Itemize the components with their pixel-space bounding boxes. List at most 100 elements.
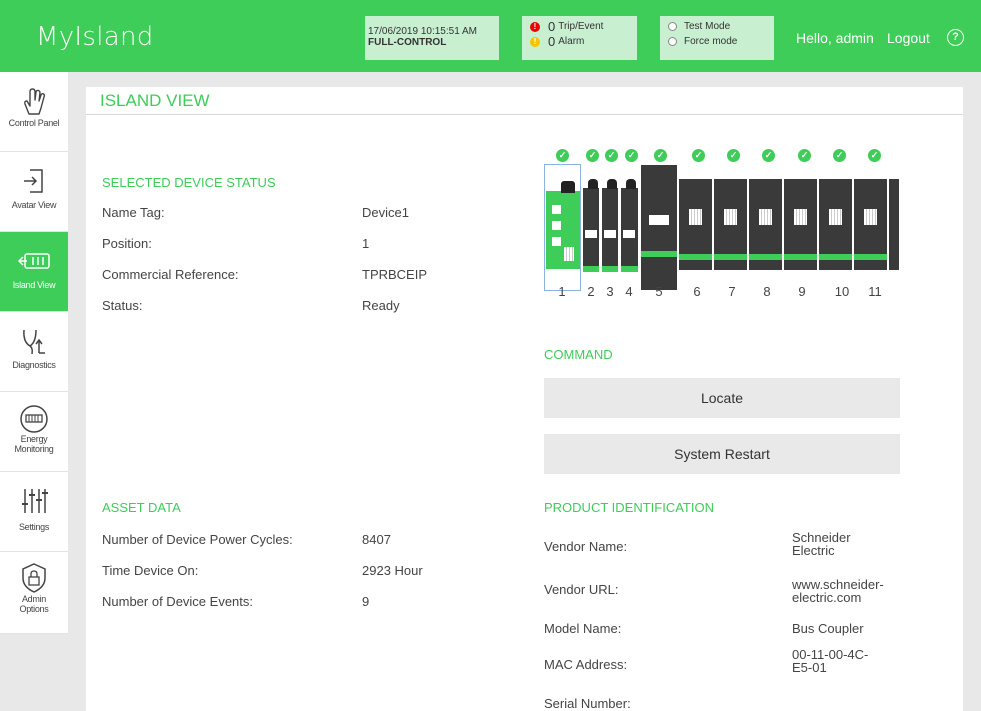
device-edge [889, 179, 899, 270]
sidebar-item-energy-monitoring[interactable]: Energy Monitoring [0, 392, 68, 472]
device-number: 1 [558, 284, 566, 299]
sidebar-item-control-panel[interactable]: Control Panel [0, 72, 68, 152]
command-title: COMMAND [544, 347, 613, 362]
sliders-icon [22, 489, 48, 513]
mode-panel: Test Mode Force mode [660, 16, 774, 60]
serial-number-label: Serial Number: [544, 696, 631, 711]
force-mode-radio[interactable] [668, 37, 677, 46]
device-8[interactable] [749, 179, 782, 270]
lock-shield-icon [22, 563, 46, 593]
mac-address-value: 00-11-00-4C- E5-01 [792, 648, 868, 674]
time-on-value: 2923 Hour [362, 563, 423, 578]
device-1-connector [561, 181, 575, 193]
trip-event-label: Trip/Event [558, 21, 604, 32]
device-number: 10 [834, 284, 850, 299]
device-number: 4 [625, 284, 633, 299]
device-4[interactable] [621, 188, 638, 272]
alarm-icon: ! [530, 36, 540, 47]
sidebar-item-label: Island View [12, 280, 56, 290]
test-mode-option[interactable]: Test Mode [668, 19, 774, 34]
device-number: 2 [587, 284, 595, 299]
device-10[interactable] [819, 179, 852, 270]
sidebar-item-island-view[interactable]: Island View [0, 232, 68, 312]
device-4-connector [626, 179, 636, 189]
sidebar-item-settings[interactable]: Settings [0, 472, 68, 552]
device-3[interactable] [602, 188, 618, 272]
help-icon[interactable]: ? [947, 29, 964, 46]
sidebar-item-label: Diagnostics [12, 360, 56, 370]
device-ok-icon: ✓ [798, 149, 811, 162]
sidebar-item-label: Settings [18, 522, 50, 532]
mac-address-line2: E5-01 [792, 660, 827, 675]
mac-address-label: MAC Address: [544, 657, 628, 672]
asset-data-title: ASSET DATA [102, 500, 181, 515]
test-mode-radio[interactable] [668, 22, 677, 31]
login-icon [24, 169, 43, 193]
selected-status-title: SELECTED DEVICE STATUS [102, 175, 276, 190]
main-panel: ISLAND VIEW SELECTED DEVICE STATUS Name … [86, 87, 963, 711]
device-ok-icon: ✓ [556, 149, 569, 162]
device-number: 11 [868, 284, 882, 299]
position-value: 1 [362, 236, 370, 251]
vendor-url-label: Vendor URL: [544, 582, 619, 597]
device-ok-icon: ✓ [625, 149, 638, 162]
vendor-url-value: www.schneider- electric.com [792, 578, 884, 604]
vendor-name-value: Schneider Electric [792, 531, 851, 557]
page-title-bar: ISLAND VIEW [86, 87, 963, 115]
power-cycles-value: 8407 [362, 532, 391, 547]
hand-icon [24, 88, 46, 115]
commercial-reference-value: TPRBCEIP [362, 267, 428, 282]
vendor-name-line2: Electric [792, 543, 835, 558]
commercial-reference-label: Commercial Reference: [102, 267, 239, 282]
sidebar-item-label-line2: Monitoring [14, 444, 54, 454]
sidebar-item-avatar-view[interactable]: Avatar View [0, 152, 68, 232]
meter-icon [20, 405, 48, 433]
position-label: Position: [102, 236, 152, 251]
alarm-row: ! 0 Alarm [530, 34, 637, 49]
device-3-connector [607, 179, 617, 189]
page-title: ISLAND VIEW [100, 91, 210, 110]
test-mode-label: Test Mode [684, 21, 731, 32]
device-ok-icon: ✓ [762, 149, 775, 162]
device-2-connector [588, 179, 598, 189]
island-icon [17, 253, 50, 269]
trip-event-count: 0 [548, 19, 556, 34]
device-ok-icon: ✓ [868, 149, 881, 162]
device-11[interactable] [854, 179, 887, 270]
sidebar-item-diagnostics[interactable]: Diagnostics [0, 312, 68, 392]
device-7[interactable] [714, 179, 747, 270]
sidebar-item-label: Avatar View [11, 200, 57, 210]
vendor-url-line2: electric.com [792, 590, 862, 605]
device-ok-icon: ✓ [605, 149, 618, 162]
force-mode-option[interactable]: Force mode [668, 34, 774, 49]
system-restart-button[interactable]: System Restart [544, 434, 900, 474]
device-6[interactable] [679, 179, 712, 270]
trip-event-row: ! 0 Trip/Event [530, 19, 637, 34]
trip-event-icon: ! [530, 21, 540, 32]
device-ok-icon: ✓ [692, 149, 705, 162]
sidebar-item-admin-options[interactable]: Admin Options [0, 552, 68, 634]
power-cycles-label: Number of Device Power Cycles: [102, 532, 293, 547]
locate-button[interactable]: Locate [544, 378, 900, 418]
control-mode-text: FULL-CONTROL [368, 37, 447, 48]
device-9[interactable] [784, 179, 817, 270]
sidebar-item-label-line2: Options [19, 604, 49, 614]
device-events-label: Number of Device Events: [102, 594, 254, 609]
alarm-label: Alarm [558, 36, 585, 47]
device-2[interactable] [583, 188, 599, 272]
model-name-label: Model Name: [544, 621, 622, 636]
app-title: MyIsland [36, 22, 154, 52]
device-number: 5 [655, 284, 663, 299]
device-events-value: 9 [362, 594, 370, 609]
datetime-panel: 17/06/2019 10:15:51 AM FULL-CONTROL [365, 16, 499, 60]
device-number: 7 [728, 284, 736, 299]
product-id-title: PRODUCT IDENTIFICATION [544, 500, 714, 515]
logout-link[interactable]: Logout [887, 30, 930, 46]
device-1[interactable] [546, 191, 580, 269]
force-mode-label: Force mode [684, 36, 738, 47]
datetime-text: 17/06/2019 10:15:51 AM [368, 26, 477, 37]
alarm-panel[interactable]: ! 0 Trip/Event ! 0 Alarm [522, 16, 637, 60]
name-tag-label: Name Tag: [102, 205, 165, 220]
device-number: 8 [763, 284, 771, 299]
device-5[interactable] [641, 165, 677, 290]
